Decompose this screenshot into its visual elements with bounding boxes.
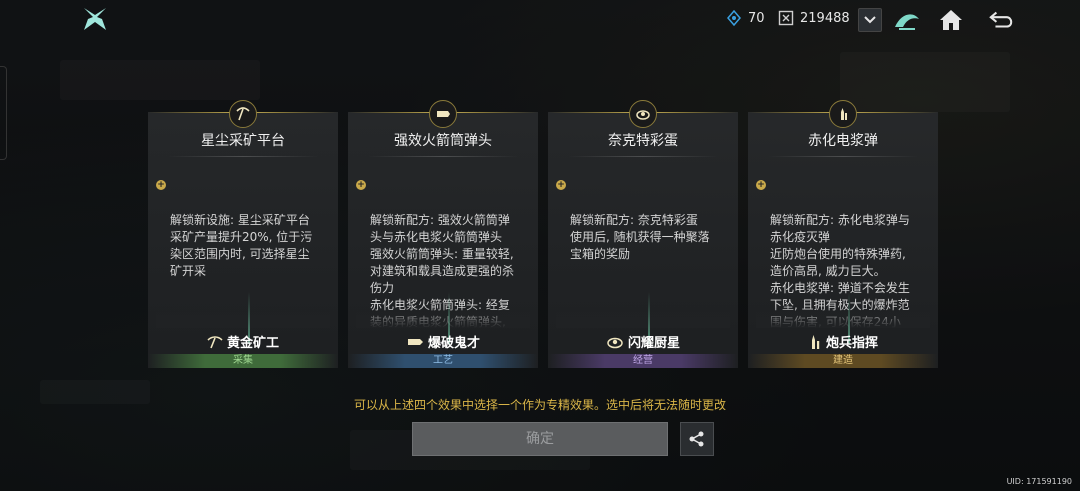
shell-icon bbox=[829, 100, 857, 128]
card-title: 强效火箭筒弹头 bbox=[394, 133, 492, 149]
egg-icon bbox=[629, 100, 657, 128]
currency-value: 219488 bbox=[800, 10, 850, 26]
card-description-box: + 解锁新设施: 星尘采矿平台 采矿产量提升20%, 位于污 染区范围内时, 可… bbox=[156, 178, 330, 328]
plus-bullet-icon: + bbox=[356, 180, 366, 190]
currency-counter: 219488 bbox=[778, 10, 850, 26]
home-icon bbox=[940, 10, 962, 30]
card-description: + 解锁新设施: 星尘采矿平台 采矿产量提升20%, 位于污 染区范围内时, 可… bbox=[156, 178, 330, 280]
talent-label: 爆破鬼才 bbox=[427, 336, 480, 351]
confirm-button[interactable]: 确定 bbox=[412, 422, 668, 456]
pickaxe-icon bbox=[229, 100, 257, 128]
category-tag: 经营 bbox=[548, 354, 738, 368]
card-description-text: 解锁新设施: 星尘采矿平台 采矿产量提升20%, 位于污 染区范围内时, 可选择… bbox=[170, 213, 313, 278]
rocket-icon bbox=[429, 100, 457, 128]
category-label: 采集 bbox=[233, 355, 253, 366]
category-label: 工艺 bbox=[433, 355, 453, 366]
share-button[interactable] bbox=[680, 422, 714, 456]
card-title: 赤化电浆弹 bbox=[808, 133, 878, 149]
card-title: 奈克特彩蛋 bbox=[608, 133, 678, 149]
card-description: + 解锁新配方: 奈克特彩蛋 使用后, 随机获得一种聚落 宝箱的奖励 bbox=[556, 178, 730, 263]
talent-name: 炮兵指挥 bbox=[748, 332, 938, 351]
talent-name: 闪耀厨星 bbox=[548, 332, 738, 351]
plus-bullet-icon: + bbox=[156, 180, 166, 190]
card-description-text: 解锁新配方: 奈克特彩蛋 使用后, 随机获得一种聚落 宝箱的奖励 bbox=[570, 213, 710, 261]
talent-name: 爆破鬼才 bbox=[348, 332, 538, 351]
category-tag: 采集 bbox=[148, 354, 338, 368]
category-label: 经营 bbox=[633, 355, 653, 366]
specialization-card-construction[interactable]: 赤化电浆弹 + 解锁新配方: 赤化电浆弹与 赤化疫灭弹 近防炮台使用的特殊弹药,… bbox=[748, 100, 938, 368]
energy-counter: 70 bbox=[726, 9, 765, 27]
card-title: 星尘采矿平台 bbox=[201, 133, 285, 149]
uid-label: UID: 171591190 bbox=[1006, 477, 1072, 486]
plus-bullet-icon: + bbox=[756, 180, 766, 190]
faction-button[interactable] bbox=[893, 6, 921, 34]
home-button[interactable] bbox=[937, 6, 965, 34]
plus-bullet-icon: + bbox=[556, 180, 566, 190]
specialization-card-mining[interactable]: 星尘采矿平台 + 解锁新设施: 星尘采矿平台 采矿产量提升20%, 位于污 染区… bbox=[148, 100, 338, 368]
side-drawer-tab[interactable] bbox=[0, 66, 7, 160]
pickaxe-icon bbox=[207, 335, 223, 348]
chevron-down-icon bbox=[864, 16, 876, 24]
selection-hint: 可以从上述四个效果中选择一个作为专精效果。选中后将无法随时更改 bbox=[353, 398, 726, 412]
card-description-box: + 解锁新配方: 强效火箭筒弹 头与赤化电浆火箭筒弹头 强效火箭筒弹头: 重量较… bbox=[356, 178, 530, 328]
shell-icon bbox=[811, 334, 820, 349]
category-label: 建造 bbox=[833, 355, 853, 366]
back-button[interactable] bbox=[988, 6, 1016, 34]
talent-name: 黄金矿工 bbox=[148, 332, 338, 351]
category-tag: 工艺 bbox=[348, 354, 538, 368]
share-icon bbox=[689, 431, 704, 447]
card-description-text: 解锁新配方: 赤化电浆弹与 赤化疫灭弹 近防炮台使用的特殊弹药, 造价高昂, 威… bbox=[770, 213, 910, 328]
energy-icon bbox=[726, 9, 742, 27]
egg-icon bbox=[607, 337, 623, 348]
card-description-text: 解锁新配方: 强效火箭筒弹 头与赤化电浆火箭筒弹头 强效火箭筒弹头: 重量较轻,… bbox=[370, 213, 515, 328]
card-description-box: + 解锁新配方: 奈克特彩蛋 使用后, 随机获得一种聚落 宝箱的奖励 bbox=[556, 178, 730, 328]
card-description: + 解锁新配方: 赤化电浆弹与 赤化疫灭弹 近防炮台使用的特殊弹药, 造价高昂,… bbox=[756, 178, 930, 328]
card-description-box: + 解锁新配方: 赤化电浆弹与 赤化疫灭弹 近防炮台使用的特殊弹药, 造价高昂,… bbox=[756, 178, 930, 328]
logo-icon[interactable] bbox=[82, 6, 108, 32]
back-icon bbox=[989, 11, 1013, 28]
faction-icon bbox=[895, 14, 919, 30]
divider bbox=[168, 156, 318, 157]
specialization-card-operation[interactable]: 奈克特彩蛋 + 解锁新配方: 奈克特彩蛋 使用后, 随机获得一种聚落 宝箱的奖励… bbox=[548, 100, 738, 368]
card-description: + 解锁新配方: 强效火箭筒弹 头与赤化电浆火箭筒弹头 强效火箭筒弹头: 重量较… bbox=[356, 178, 530, 328]
talent-label: 炮兵指挥 bbox=[825, 336, 878, 351]
specialization-card-crafting[interactable]: 强效火箭筒弹头 + 解锁新配方: 强效火箭筒弹 头与赤化电浆火箭筒弹头 强效火箭… bbox=[348, 100, 538, 368]
top-bar: 70 219488 bbox=[0, 0, 1080, 40]
divider bbox=[768, 156, 918, 157]
divider bbox=[368, 156, 518, 157]
currency-icon bbox=[778, 10, 794, 26]
talent-label: 闪耀厨星 bbox=[627, 336, 680, 351]
divider bbox=[568, 156, 718, 157]
resource-dropdown-button[interactable] bbox=[858, 8, 882, 32]
category-tag: 建造 bbox=[748, 354, 938, 368]
rocket-icon bbox=[407, 338, 423, 345]
energy-value: 70 bbox=[748, 10, 765, 26]
talent-label: 黄金矿工 bbox=[226, 336, 279, 351]
